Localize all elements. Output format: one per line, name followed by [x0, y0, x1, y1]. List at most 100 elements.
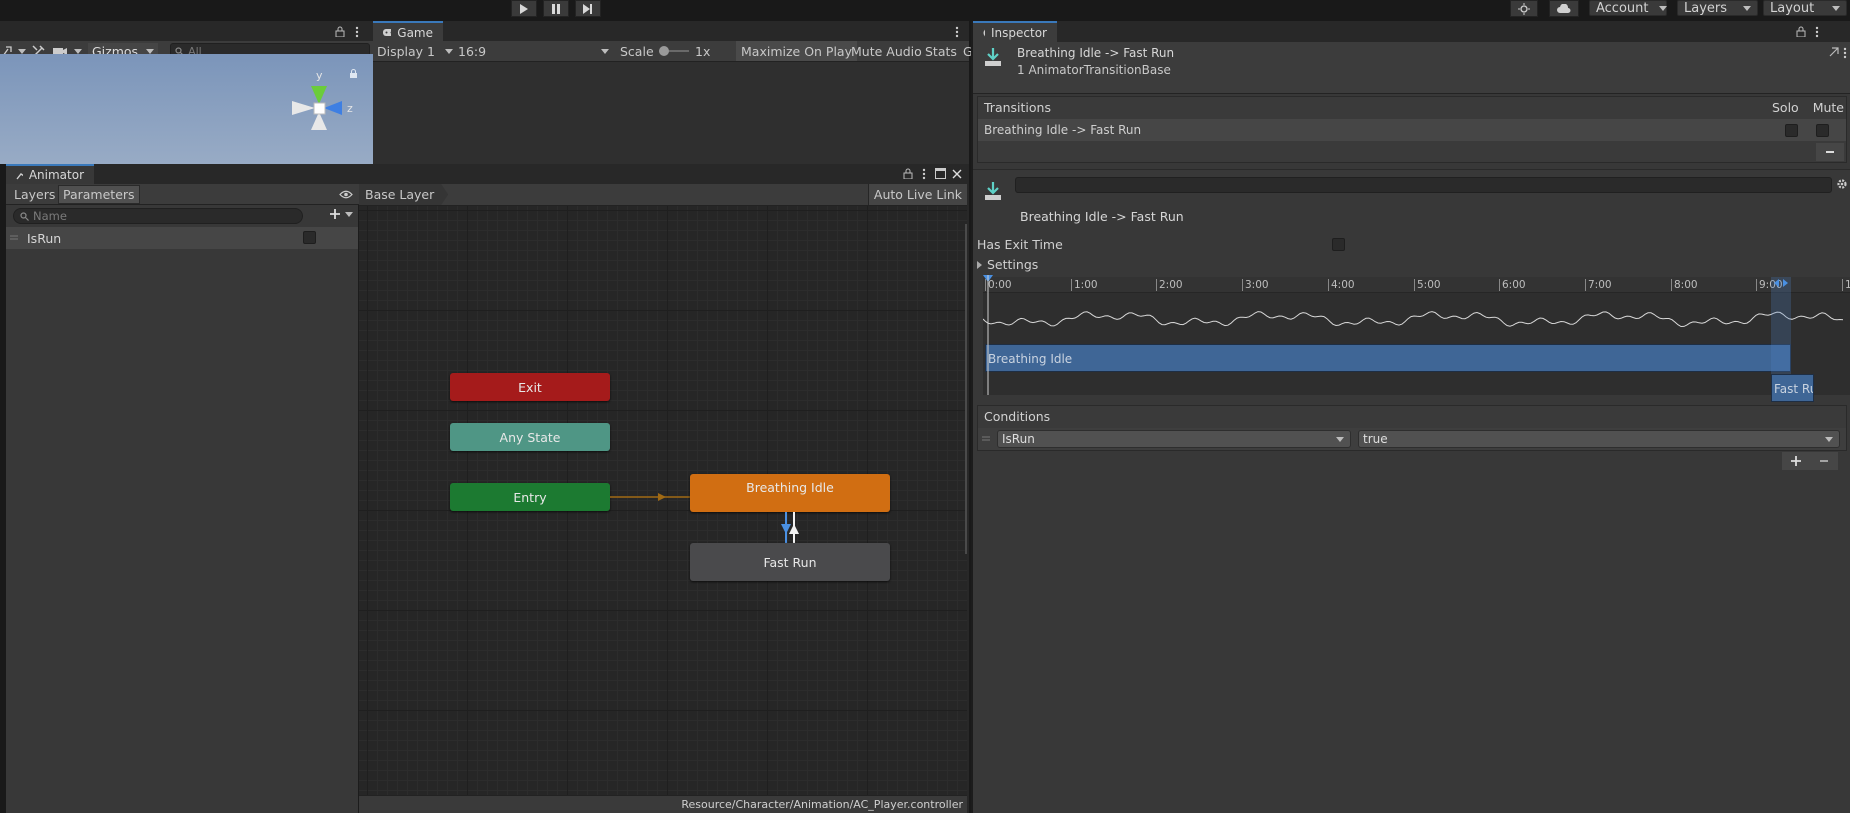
parameter-checkbox[interactable] — [303, 231, 316, 244]
graph-scrollbar[interactable] — [965, 224, 967, 554]
minus-icon[interactable] — [1819, 456, 1829, 466]
condition-value: true — [1363, 432, 1388, 446]
transition-icon — [985, 182, 1001, 200]
tab-game[interactable]: Game — [373, 21, 443, 42]
parameter-search-input[interactable]: Name — [13, 208, 303, 224]
add-parameter-button[interactable] — [329, 208, 353, 220]
account-dropdown[interactable]: Account — [1589, 0, 1667, 16]
breathing-idle-node-label: Breathing Idle — [746, 480, 834, 495]
lock-icon[interactable] — [903, 168, 913, 179]
tab-inspector[interactable]: Inspector — [973, 21, 1057, 42]
kebab-menu-icon[interactable] — [955, 26, 959, 38]
step-icon — [583, 3, 592, 14]
game-viewport[interactable] — [373, 62, 969, 164]
exit-node[interactable]: Exit — [450, 373, 610, 401]
animator-tab-bar: Animator — [6, 164, 969, 185]
eye-icon[interactable] — [339, 190, 353, 199]
game-toolbar: Display 1 16:9 Scale 1x Maximize On Play… — [373, 41, 973, 62]
settings-foldout[interactable]: Settings — [976, 257, 1038, 272]
transition-row[interactable]: Breathing Idle -> Fast Run — [978, 119, 1846, 141]
maximize-label: Maximize On Play — [741, 43, 852, 59]
layout-dropdown[interactable]: Layout — [1763, 0, 1847, 16]
condition-parameter-dropdown[interactable]: IsRun — [997, 430, 1351, 448]
game-tab-label: Game — [397, 25, 433, 40]
kebab-menu-icon[interactable] — [922, 168, 926, 180]
parameter-row[interactable]: IsRun — [6, 227, 358, 249]
aspect-dropdown[interactable]: 16:9 — [458, 42, 613, 60]
solo-checkbox[interactable] — [1785, 124, 1798, 137]
chevron-down-icon — [1743, 5, 1751, 11]
transition-icon — [985, 48, 1001, 66]
entry-node-label: Entry — [513, 489, 547, 505]
display-dropdown[interactable]: Display 1 — [377, 42, 457, 60]
animator-sidebar-tabs: Layers Parameters — [6, 184, 359, 205]
tab-layers[interactable]: Layers — [10, 185, 59, 204]
inspector-tab-bar: Inspector — [973, 21, 1850, 42]
has-exit-time-checkbox[interactable] — [1332, 238, 1345, 251]
playhead[interactable] — [983, 275, 993, 395]
breathing-idle-node[interactable]: Breathing Idle — [690, 474, 890, 512]
waveform — [983, 311, 1844, 328]
clip-fast-run[interactable]: Fast Ru — [1771, 374, 1850, 402]
any-state-node[interactable]: Any State — [450, 423, 610, 451]
pause-button[interactable] — [543, 0, 569, 17]
stats-toggle[interactable]: Stats — [925, 44, 957, 59]
chevron-down-icon[interactable] — [74, 48, 82, 54]
gear-icon[interactable] — [1836, 178, 1848, 190]
transitions-header: Transitions Solo Mute — [978, 97, 1846, 117]
scene-viewport[interactable]: y z — [0, 54, 373, 164]
lighting-button[interactable] — [1510, 0, 1538, 17]
timeline-ruler: 0:00 1:00 2:00 3:00 4:00 5:00 6:00 7:00 8:00 9:00… — [983, 277, 1850, 293]
lock-icon[interactable] — [335, 26, 345, 37]
drag-handle-icon[interactable] — [10, 235, 18, 241]
transition-handles[interactable] — [1771, 277, 1791, 289]
layers-dropdown[interactable]: Layers — [1677, 0, 1758, 16]
axis-y-label: y — [316, 69, 323, 82]
play-button[interactable] — [511, 0, 537, 17]
scale-slider-thumb[interactable] — [659, 46, 669, 56]
close-icon[interactable] — [952, 169, 962, 179]
auto-live-link-toggle[interactable]: Auto Live Link — [867, 184, 967, 205]
timeline-tick: 3:00 — [1242, 279, 1269, 291]
fast-run-node-label: Fast Run — [763, 554, 817, 570]
inspector-header: Breathing Idle -> Fast Run 1 AnimatorTra… — [973, 42, 1850, 94]
playback-controls — [511, 0, 601, 17]
entry-transition-arrow[interactable] — [610, 491, 692, 503]
breadcrumb[interactable]: Base Layer — [359, 184, 449, 205]
mute-label: Mute — [1812, 99, 1844, 115]
remove-transition-button[interactable] — [1816, 143, 1844, 161]
transition-row-label: Breathing Idle -> Fast Run — [984, 123, 1142, 137]
timeline-tick: 8:00 — [1671, 279, 1698, 291]
maximize-on-play-toggle[interactable]: Maximize On Play — [736, 41, 857, 61]
condition-value-dropdown[interactable]: true — [1358, 430, 1840, 448]
chevron-down-icon[interactable] — [18, 48, 26, 54]
entry-node[interactable]: Entry — [450, 483, 610, 511]
auto-live-link-label: Auto Live Link — [873, 187, 962, 202]
kebab-menu-icon[interactable] — [1815, 26, 1819, 38]
state-graph[interactable]: Exit Any State Entry Breathing Idle Fast… — [359, 206, 967, 813]
clip-to-label: Fast Ru — [1771, 374, 1814, 402]
transitions-list: Transitions Solo Mute Breathing Idle -> … — [977, 96, 1847, 163]
step-button[interactable] — [575, 0, 601, 17]
plus-icon[interactable] — [1791, 456, 1801, 466]
clip-breathing-idle[interactable]: Breathing Idle — [985, 344, 1791, 372]
lock-icon[interactable] — [1796, 26, 1806, 37]
fast-run-node[interactable]: Fast Run — [690, 543, 890, 581]
transition-name-input[interactable] — [1015, 177, 1832, 193]
animator-tab-label: Animator — [28, 168, 84, 182]
drag-handle-icon[interactable] — [982, 436, 990, 442]
kebab-menu-icon[interactable] — [355, 26, 359, 38]
lock-icon[interactable] — [349, 69, 358, 79]
preset-icon[interactable] — [1829, 47, 1839, 57]
mute-audio-toggle[interactable]: Mute Audio — [851, 44, 922, 59]
cloud-button[interactable] — [1549, 0, 1579, 17]
chevron-down-icon — [445, 48, 453, 54]
mute-checkbox[interactable] — [1816, 124, 1829, 137]
kebab-menu-icon[interactable] — [1843, 47, 1847, 59]
tab-animator[interactable]: Animator — [6, 164, 94, 184]
transition-timeline[interactable]: 0:00 1:00 2:00 3:00 4:00 5:00 6:00 7:00 8:00 9:00… — [983, 275, 1850, 402]
maximize-icon[interactable] — [935, 168, 946, 179]
tab-parameters[interactable]: Parameters — [58, 185, 140, 204]
layout-label: Layout — [1770, 0, 1815, 16]
game-tab-bar: Game — [373, 21, 969, 42]
